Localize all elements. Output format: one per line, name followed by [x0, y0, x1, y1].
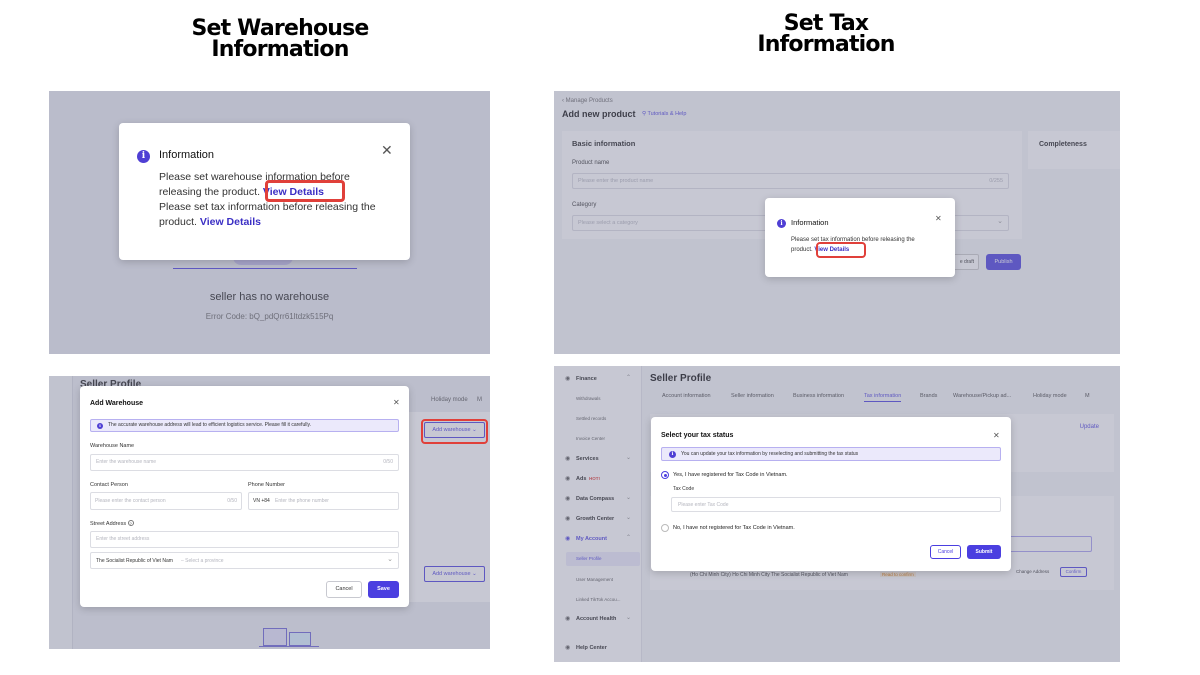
close-icon[interactable]: ✕ — [381, 143, 393, 157]
tax-code-placeholder: Please enter Tax Code — [678, 502, 729, 508]
cancel-button[interactable]: Cancel — [326, 581, 362, 598]
contact-person-count: 0/50 — [227, 498, 237, 504]
right-title-line-1: Set Tax — [783, 11, 869, 36]
info-icon: i — [669, 451, 676, 458]
body-line-2-text: releasing the product. — [159, 186, 260, 198]
phone-number-placeholder: Enter the phone number — [275, 498, 329, 504]
info-icon: i — [97, 423, 103, 429]
warehouse-name-placeholder: Enter the warehouse name — [96, 459, 157, 465]
street-address-label-text: Street Address — [90, 521, 127, 527]
modal-title: Select your tax status — [661, 432, 734, 439]
body-line-3: Please set tax information before releas… — [159, 201, 376, 213]
contact-person-label: Contact Person — [90, 482, 128, 488]
street-address-input[interactable]: Enter the street address — [90, 531, 399, 548]
banner-text: The accurate warehouse address will lead… — [108, 422, 311, 428]
tax-code-label: Tax Code — [673, 486, 695, 492]
modal-title: Information — [159, 149, 215, 161]
highlight-box — [816, 242, 866, 258]
info-icon: i — [137, 150, 150, 163]
panel-add-warehouse: Seller Profile Holiday mode M Add wareho… — [49, 376, 490, 649]
left-title-line-1: Set Warehouse — [191, 16, 369, 41]
panel-warehouse-info: seller has no warehouse Error Code: bQ_p… — [49, 91, 490, 354]
information-modal: i Information ✕ Please set tax informati… — [765, 198, 955, 277]
modal-line-2-text: product. — [791, 247, 813, 253]
save-button[interactable]: Save — [368, 581, 399, 598]
chevron-down-icon: ⌄ — [387, 556, 393, 563]
right-title-line-2: Information — [757, 32, 895, 57]
option-no-label[interactable]: No, I have not registered for Tax Code i… — [673, 525, 795, 531]
close-icon[interactable]: ✕ — [393, 399, 400, 407]
radio-no[interactable] — [661, 524, 669, 532]
panel-tax-info: ‹ Manage Products Add new product ⚲ Tuto… — [554, 91, 1120, 354]
phone-number-label: Phone Number — [248, 482, 285, 488]
tax-code-input[interactable]: Please enter Tax Code — [671, 497, 1001, 512]
tax-status-modal: Select your tax status ✕ i You can updat… — [651, 417, 1011, 571]
province-select[interactable]: The Socialist Republic of Viet Nam – Sel… — [90, 552, 399, 569]
info-banner: i The accurate warehouse address will le… — [90, 419, 399, 432]
street-address-placeholder: Enter the street address — [96, 536, 150, 542]
cancel-button[interactable]: Cancel — [930, 545, 961, 559]
street-address-label: Street Address ? — [90, 520, 134, 527]
add-warehouse-modal: Add Warehouse ✕ i The accurate warehouse… — [80, 386, 409, 607]
help-icon: ? — [127, 520, 134, 526]
warehouse-name-input[interactable]: Enter the warehouse name 0/50 — [90, 454, 399, 471]
highlight-box — [421, 419, 488, 444]
contact-person-input[interactable]: Please enter the contact person 0/50 — [90, 492, 242, 510]
phone-prefix[interactable]: VN +84 — [253, 498, 270, 504]
body-line-4-text: product. — [159, 216, 197, 228]
warehouse-name-count: 0/50 — [383, 459, 393, 465]
close-icon[interactable]: ✕ — [935, 215, 942, 223]
contact-person-placeholder: Please enter the contact person — [95, 498, 166, 504]
option-yes-label[interactable]: Yes, I have registered for Tax Code in V… — [673, 472, 788, 478]
radio-yes[interactable] — [661, 471, 669, 479]
banner-text: You can update your tax information by r… — [681, 451, 859, 457]
close-icon[interactable]: ✕ — [993, 432, 1000, 440]
province-placeholder: – Select a province — [181, 558, 224, 564]
submit-button[interactable]: Submit — [967, 545, 1001, 559]
body-line-4: product. View Details — [159, 215, 404, 230]
country-value: The Socialist Republic of Viet Nam — [96, 558, 173, 564]
info-icon: i — [777, 219, 786, 228]
phone-number-input[interactable]: VN +84 Enter the phone number — [248, 492, 399, 510]
left-title-line-2: Information — [211, 37, 349, 62]
highlight-box — [265, 180, 345, 202]
right-column-title: Set Tax Information — [726, 11, 926, 57]
modal-title: Add Warehouse — [90, 400, 144, 407]
modal-title: Information — [791, 218, 829, 227]
info-banner: i You can update your tax information by… — [661, 447, 1001, 461]
province-placeholder-text: Select a province — [185, 558, 224, 564]
panel-tax-status: ◉ Finance ⌃ Withdrawals Settled records … — [554, 366, 1120, 662]
tax-view-details-link[interactable]: View Details — [200, 216, 261, 228]
warehouse-name-label: Warehouse Name — [90, 443, 135, 449]
left-column-title: Set Warehouse Information — [180, 16, 380, 62]
